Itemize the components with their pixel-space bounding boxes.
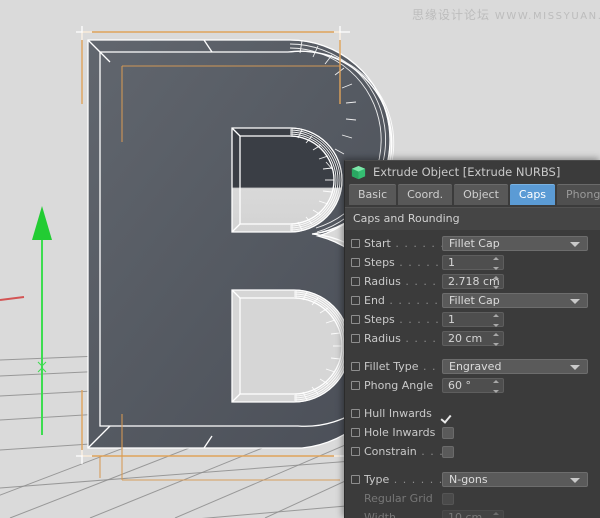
- dropdown-fillet_type[interactable]: Engraved: [442, 359, 588, 374]
- number-field-end_steps[interactable]: 1: [442, 312, 504, 327]
- property-row-constrain: Constrain . . .: [345, 442, 600, 461]
- property-row-regular_grid: Regular Grid: [345, 489, 600, 508]
- label-dots-start_steps: . . . . . . . .: [395, 256, 442, 269]
- label-end_steps: Steps . . . . . . . .: [364, 313, 442, 326]
- animation-track-dot-hole_inwards[interactable]: [351, 428, 360, 437]
- section-header: Caps and Rounding: [345, 207, 600, 230]
- animation-track-dot-start[interactable]: [351, 239, 360, 248]
- animation-track-dot-end_steps[interactable]: [351, 315, 360, 324]
- property-row-hull_inwards: Hull Inwards: [345, 404, 600, 423]
- animation-track-dot-type[interactable]: [351, 475, 360, 484]
- checkbox-constrain[interactable]: [442, 446, 454, 458]
- label-hull_inwards: Hull Inwards: [364, 407, 442, 420]
- label-dots-constrain: . . .: [417, 445, 442, 458]
- property-row-start: Start . . . . . . . . Fillet Cap: [345, 234, 600, 253]
- panel-title-bar: Extrude Object [Extrude NURBS]: [345, 161, 600, 183]
- panel-title-text: Extrude Object [Extrude NURBS]: [373, 165, 560, 179]
- attribute-manager-panel[interactable]: Extrude Object [Extrude NURBS] BasicCoor…: [344, 160, 600, 518]
- number-value-end_steps: 1: [448, 313, 455, 326]
- animation-track-dot-end[interactable]: [351, 296, 360, 305]
- label-start_radius: Radius . . . . . . .: [364, 275, 442, 288]
- number-field-start_steps[interactable]: 1: [442, 255, 504, 270]
- animation-track-dot-fillet_type[interactable]: [351, 362, 360, 371]
- animation-track-dot-start_radius[interactable]: [351, 277, 360, 286]
- label-dots-start: . . . . . . . .: [391, 237, 442, 250]
- row-spacer: [345, 395, 600, 404]
- panel-tabs[interactable]: BasicCoord.ObjectCapsPhong: [345, 183, 600, 207]
- label-width: Width . . . . . .: [364, 511, 442, 518]
- dropdown-value-end: Fillet Cap: [449, 294, 500, 307]
- spinner-end_steps[interactable]: [492, 314, 499, 327]
- property-row-width: Width . . . . . . 10 cm: [345, 508, 600, 518]
- number-field-end_radius[interactable]: 20 cm: [442, 331, 504, 346]
- extrude-nurbs-cube-icon: [351, 165, 366, 180]
- spinner-width[interactable]: [492, 512, 499, 518]
- property-row-fillet_type: Fillet Type . . . . Engraved: [345, 357, 600, 376]
- property-row-end_radius: Radius . . . . . . . 20 cm: [345, 329, 600, 348]
- property-row-type: Type . . . . . . . . N-gons: [345, 470, 600, 489]
- animation-track-dot-constrain[interactable]: [351, 447, 360, 456]
- row-spacer: [345, 348, 600, 357]
- property-row-start_radius: Radius . . . . . . .2.718 cm: [345, 272, 600, 291]
- watermark-cjk: 思缘设计论坛: [412, 8, 490, 22]
- property-row-start_steps: Steps . . . . . . . . 1: [345, 253, 600, 272]
- row-spacer: [345, 461, 600, 470]
- dropdown-value-fillet_type: Engraved: [449, 360, 501, 373]
- number-field-width[interactable]: 10 cm: [442, 510, 504, 518]
- label-hole_inwards: Hole Inwards: [364, 426, 442, 439]
- label-dots-end_radius: . . . . . . .: [401, 332, 442, 345]
- label-dots-type: . . . . . . . .: [389, 473, 442, 486]
- label-dots-end_steps: . . . . . . . .: [395, 313, 442, 326]
- label-dots-width: . . . . . .: [396, 511, 442, 518]
- property-rows: Start . . . . . . . . Fillet Cap Steps . .…: [345, 230, 600, 518]
- property-row-end: End . . . . . . . . Fillet Cap: [345, 291, 600, 310]
- number-field-phong_angle[interactable]: 60 °: [442, 378, 504, 393]
- label-type: Type . . . . . . . .: [364, 473, 442, 486]
- dropdown-value-type: N-gons: [449, 473, 488, 486]
- spinner-phong_angle[interactable]: [492, 380, 499, 393]
- label-dots-fillet_type: . . . .: [419, 360, 442, 373]
- dropdown-value-start: Fillet Cap: [449, 237, 500, 250]
- tab-phong[interactable]: Phong: [557, 184, 600, 205]
- number-value-width: 10 cm: [448, 511, 482, 518]
- label-end: End . . . . . . . .: [364, 294, 442, 307]
- label-regular_grid: Regular Grid: [364, 492, 442, 505]
- number-value-phong_angle: 60 °: [448, 379, 471, 392]
- label-dots-end: . . . . . . . .: [385, 294, 442, 307]
- animation-track-dot-end_radius[interactable]: [351, 334, 360, 343]
- tab-coord[interactable]: Coord.: [398, 184, 452, 205]
- watermark-top: 思缘设计论坛 WWW.MISSYUAN.COM: [412, 6, 600, 23]
- spinner-start_steps[interactable]: [492, 257, 499, 270]
- label-constrain: Constrain . . .: [364, 445, 442, 458]
- label-dots-start_radius: . . . . . . .: [401, 275, 442, 288]
- tab-basic[interactable]: Basic: [349, 184, 396, 205]
- label-start: Start . . . . . . . .: [364, 237, 442, 250]
- checkbox-hole_inwards[interactable]: [442, 427, 454, 439]
- spinner-end_radius[interactable]: [492, 333, 499, 346]
- tab-object[interactable]: Object: [454, 184, 508, 205]
- checkbox-hull_inwards[interactable]: [442, 408, 454, 420]
- label-phong_angle: Phong Angle: [364, 379, 442, 392]
- property-row-phong_angle: Phong Angle 60 °: [345, 376, 600, 395]
- property-row-hole_inwards: Hole Inwards: [345, 423, 600, 442]
- animation-track-dot-hull_inwards[interactable]: [351, 409, 360, 418]
- label-fillet_type: Fillet Type . . . .: [364, 360, 442, 373]
- animation-track-dot-phong_angle[interactable]: [351, 381, 360, 390]
- label-start_steps: Steps . . . . . . . .: [364, 256, 442, 269]
- checkbox-regular_grid[interactable]: [442, 493, 454, 505]
- number-value-start_steps: 1: [448, 256, 455, 269]
- spinner-start_radius[interactable]: [492, 276, 499, 289]
- label-end_radius: Radius . . . . . . .: [364, 332, 442, 345]
- property-row-end_steps: Steps . . . . . . . . 1: [345, 310, 600, 329]
- watermark-url: WWW.MISSYUAN.COM: [495, 11, 600, 22]
- dropdown-type[interactable]: N-gons: [442, 472, 588, 487]
- number-field-start_radius[interactable]: 2.718 cm: [442, 274, 504, 289]
- animation-track-dot-start_steps[interactable]: [351, 258, 360, 267]
- dropdown-end[interactable]: Fillet Cap: [442, 293, 588, 308]
- cinema4d-window: 思缘设计论坛 WWW.MISSYUAN.COM 站长素材库 Extrude Ob…: [0, 0, 600, 518]
- tab-caps[interactable]: Caps: [510, 184, 555, 205]
- dropdown-start[interactable]: Fillet Cap: [442, 236, 588, 251]
- number-value-end_radius: 20 cm: [448, 332, 482, 345]
